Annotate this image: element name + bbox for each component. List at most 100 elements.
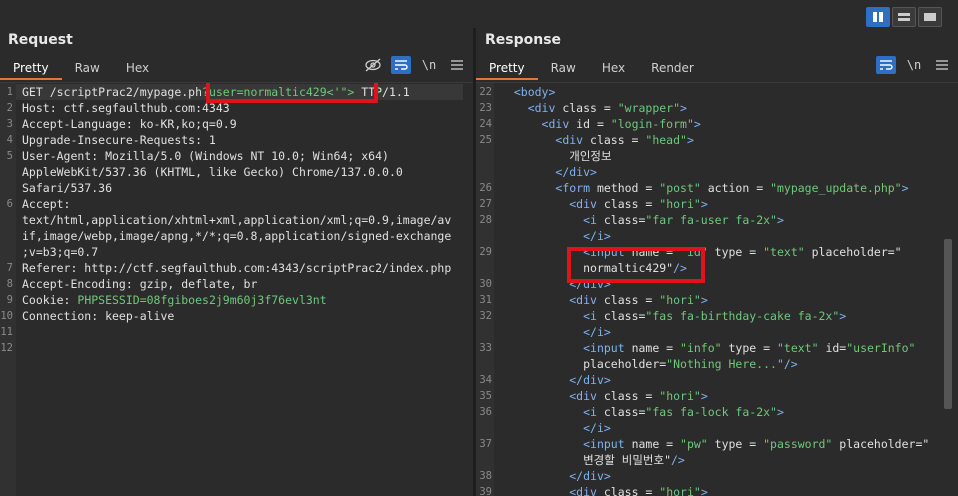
response-line: <div class = "head"> <box>555 133 694 147</box>
response-line: <input name = "pw" type = "password" pla… <box>583 437 930 451</box>
request-panel: Request Pretty Raw Hex \n 1 GET /scriptPr… <box>0 28 473 496</box>
menu-icon[interactable] <box>447 56 467 74</box>
response-line: </div> <box>569 373 611 387</box>
request-line-part: User-Agent: Mozilla/5.0 (Windows NT 10.0… <box>22 149 389 163</box>
request-line-part: PHPSESSID=08fgiboes2j9m60j3f76evl3nt <box>77 293 327 307</box>
response-line: <i class="fas fa-birthday-cake fa-2x"> <box>583 309 847 323</box>
eye-off-icon[interactable] <box>363 56 383 74</box>
request-line: Accept: <box>22 196 70 212</box>
response-tools: \n <box>876 56 952 74</box>
line-number: 8 <box>6 278 13 290</box>
response-line: </div> <box>555 165 597 179</box>
request-line-part: Connection: keep-alive <box>22 309 175 323</box>
response-line: </i> <box>583 229 611 243</box>
request-editor[interactable]: 1 GET /scriptPrac2/mypage.ph?user=normalt… <box>0 82 473 496</box>
tab-pretty[interactable]: Pretty <box>0 61 62 80</box>
line-number: 9 <box>6 294 13 306</box>
response-line: <div id = "login-form"> <box>541 117 701 131</box>
line-number: 27 <box>479 198 492 210</box>
single-icon[interactable] <box>918 7 942 27</box>
newline-icon[interactable]: \n <box>419 56 439 74</box>
request-line-part: Safari/537.36 <box>22 181 113 195</box>
line-number: 36 <box>479 406 492 418</box>
tab-hex[interactable]: Hex <box>589 61 638 80</box>
response-line: <div class = "hori"> <box>569 389 708 403</box>
tab-pretty[interactable]: Pretty <box>476 61 538 80</box>
response-line: </i> <box>583 421 611 435</box>
response-line: <div class = "hori"> <box>569 293 708 307</box>
line-number: 23 <box>479 102 492 114</box>
request-line-part: ;v=b3;q=0.7 <box>22 245 99 259</box>
response-line: <div class = "wrapper"> <box>527 101 687 115</box>
request-line: Referer: http://ctf.segfaulthub.com:4343… <box>22 260 451 276</box>
request-line: Safari/537.36 <box>22 180 112 196</box>
columns-icon[interactable] <box>866 7 890 27</box>
top-bar <box>0 0 958 28</box>
request-line-part: Referer: http://ctf.segfaulthub.com:4343… <box>22 261 452 275</box>
response-line: <input name = "info" type = "text" id="u… <box>583 341 916 355</box>
response-line: <form method = "post" action = "mypage_u… <box>555 181 909 195</box>
line-number: 26 <box>479 182 492 194</box>
line-number: 37 <box>479 438 492 450</box>
request-line: Accept-Language: ko-KR,ko;q=0.9 <box>22 116 237 132</box>
request-line-part: Accept-Language: ko-KR,ko;q=0.9 <box>22 117 237 131</box>
tab-render[interactable]: Render <box>638 61 707 80</box>
request-line: User-Agent: Mozilla/5.0 (Windows NT 10.0… <box>22 148 389 164</box>
line-number: 25 <box>479 134 492 146</box>
response-line: <div class = "hori"> <box>569 197 708 211</box>
line-number: 10 <box>0 310 13 322</box>
line-number: 29 <box>479 246 492 258</box>
response-title: Response <box>485 32 562 48</box>
tab-raw[interactable]: Raw <box>538 61 589 80</box>
request-line: ;v=b3;q=0.7 <box>22 244 98 260</box>
request-line-part: Accept: <box>22 197 71 211</box>
request-title: Request <box>8 32 73 48</box>
request-line: Cookie: PHPSESSID=08fgiboes2j9m60j3f76ev… <box>22 292 327 308</box>
line-number: 22 <box>479 86 492 98</box>
request-line-part: Host: ctf.segfaulthub.com:4343 <box>22 101 230 115</box>
request-line: text/html,application/xhtml+xml,applicat… <box>22 212 451 228</box>
tab-raw[interactable]: Raw <box>62 61 113 80</box>
wrap-icon[interactable] <box>876 56 896 74</box>
layout-toggle <box>866 7 942 27</box>
request-line-part: Accept-Encoding: gzip, deflate, br <box>22 277 258 291</box>
line-number: 30 <box>479 278 492 290</box>
response-line: </i> <box>583 325 611 339</box>
request-line: Accept-Encoding: gzip, deflate, br <box>22 276 257 292</box>
request-line: if,image/webp,image/apng,*/*;q=0.8,appli… <box>22 228 451 244</box>
line-number: 32 <box>479 310 492 322</box>
line-number: 12 <box>0 342 13 354</box>
response-line: <i class="far fa-user fa-2x"> <box>583 213 784 227</box>
line-number: 4 <box>6 134 13 146</box>
newline-icon[interactable]: \n <box>904 56 924 74</box>
response-line: placeholder="Nothing Here..."/> <box>500 357 798 371</box>
line-number: 39 <box>479 486 492 496</box>
line-number: 11 <box>0 326 13 338</box>
line-number: 24 <box>479 118 492 130</box>
menu-icon[interactable] <box>932 56 952 74</box>
response-line: 변경할 비밀번호"/> <box>500 453 685 467</box>
line-number: 38 <box>479 470 492 482</box>
highlight-box-payload <box>206 83 378 103</box>
response-editor[interactable]: 22 <body> 23 <div class = "wrapper"> 24 <d… <box>476 82 958 496</box>
line-number: 35 <box>479 390 492 402</box>
request-line-part: GET /scriptPrac2/mypage.ph <box>22 85 203 99</box>
response-line: <i class="fas fa-lock fa-2x"> <box>583 405 784 419</box>
line-number: 2 <box>6 102 13 114</box>
line-number: 28 <box>479 214 492 226</box>
line-number: 1 <box>6 86 13 98</box>
line-number: 5 <box>6 150 13 162</box>
request-line: Connection: keep-alive <box>22 308 174 324</box>
line-number: 33 <box>479 342 492 354</box>
response-line: <body> <box>513 85 556 99</box>
request-line-part: Upgrade-Insecure-Requests: 1 <box>22 133 216 147</box>
request-line: Upgrade-Insecure-Requests: 1 <box>22 132 216 148</box>
tab-hex[interactable]: Hex <box>113 61 162 80</box>
highlight-box-reflected <box>567 247 705 283</box>
wrap-icon[interactable] <box>391 56 411 74</box>
request-line-part: text/html,application/xhtml+xml,applicat… <box>22 213 452 227</box>
response-scrollbar[interactable] <box>944 239 952 409</box>
line-number: 31 <box>479 294 492 306</box>
response-line: 개인정보 <box>500 149 612 163</box>
rows-icon[interactable] <box>892 7 916 27</box>
